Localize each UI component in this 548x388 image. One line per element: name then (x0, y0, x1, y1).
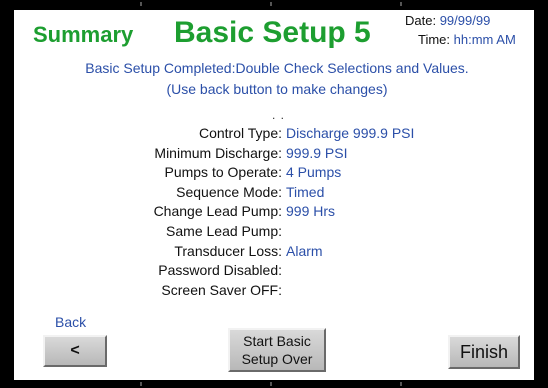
setting-label: Password Disabled: (158, 262, 282, 279)
summary-title: Summary (33, 22, 134, 47)
bezel-tick (270, 2, 272, 6)
date-display: Date: 99/99/99 (405, 13, 490, 28)
setting-value: Discharge 999.9 PSI (286, 125, 415, 141)
completion-message-line2: (Use back button to make changes) (166, 81, 388, 97)
date-value: 99/99/99 (439, 13, 491, 28)
setting-label: Same Lead Pump: (166, 222, 282, 239)
setting-row-pumps-to-operate: Pumps to Operate: 4 Pumps (0, 163, 548, 183)
completion-message-line1: Basic Setup Completed:Double Check Selec… (85, 60, 469, 76)
date-label: Date: (405, 13, 437, 28)
setting-row-password-disabled: Password Disabled: (0, 261, 548, 281)
bezel-tick (140, 382, 142, 386)
time-value: hh:mm AM (453, 32, 516, 47)
setting-row-same-lead-pump: Same Lead Pump: (0, 222, 548, 242)
bezel-tick (140, 2, 142, 6)
setting-value: 999.9 PSI (286, 144, 348, 161)
setting-label: Minimum Discharge: (154, 144, 282, 161)
start-over-label-line1: Start Basic (243, 333, 311, 349)
back-button[interactable]: < (43, 335, 107, 367)
bezel-tick (400, 382, 402, 386)
setting-row-screen-saver: Screen Saver OFF: (0, 281, 548, 301)
separator-dots: . . (272, 108, 286, 122)
setting-value: 4 Pumps (286, 164, 342, 181)
setting-row-minimum-discharge: Minimum Discharge: 999.9 PSI (0, 144, 548, 164)
setting-label: Pumps to Operate: (164, 164, 282, 181)
setting-row-control-type: Control Type: Discharge 999.9 PSI (0, 124, 548, 144)
start-basic-setup-over-button[interactable]: Start Basic Setup Over (228, 328, 326, 372)
setting-label: Screen Saver OFF: (161, 281, 282, 298)
page-title: Basic Setup 5 (174, 16, 371, 49)
setting-value: Timed (286, 183, 325, 200)
setting-label: Sequence Mode: (176, 183, 282, 200)
setting-row-change-lead-pump: Change Lead Pump: 999 Hrs (0, 202, 548, 222)
start-over-label-line2: Setup Over (241, 351, 313, 367)
back-arrow-icon: < (70, 342, 80, 359)
setting-row-transducer-loss: Transducer Loss: Alarm (0, 242, 548, 262)
settings-summary-list: Control Type: Discharge 999.9 PSI Minimu… (0, 124, 548, 300)
setting-row-sequence-mode: Sequence Mode: Timed (0, 183, 548, 203)
time-label: Time: (418, 32, 451, 47)
completion-message: Basic Setup Completed:Double Check Selec… (22, 58, 532, 100)
time-display: Time: hh:mm AM (418, 32, 516, 47)
setting-value: Alarm (286, 242, 323, 259)
bezel-tick (400, 2, 402, 6)
setting-label: Transducer Loss: (174, 242, 282, 259)
back-label: Back (55, 314, 87, 330)
finish-button[interactable]: Finish (448, 335, 520, 369)
setting-value: 999 Hrs (286, 203, 336, 220)
setting-label: Change Lead Pump: (153, 203, 282, 220)
setting-label: Control Type: (198, 125, 282, 141)
bezel-tick (270, 382, 272, 386)
